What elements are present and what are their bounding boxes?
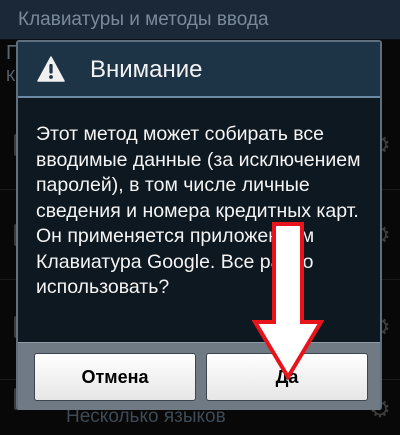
cancel-button[interactable]: Отмена xyxy=(34,353,196,401)
warning-icon xyxy=(37,56,65,82)
dialog-footer: Отмена Да xyxy=(18,342,380,410)
dialog-header: Внимание xyxy=(18,42,380,98)
annotation-arrow-icon xyxy=(252,222,324,380)
settings-title-bar: Клавиатуры и методы ввода xyxy=(0,0,400,40)
settings-title: Клавиатуры и методы ввода xyxy=(18,9,269,30)
settings-item-fragment-2: К xyxy=(6,68,16,85)
warning-dialog: Внимание Этот метод может собирать все в… xyxy=(16,40,382,410)
dialog-title: Внимание xyxy=(90,56,203,83)
